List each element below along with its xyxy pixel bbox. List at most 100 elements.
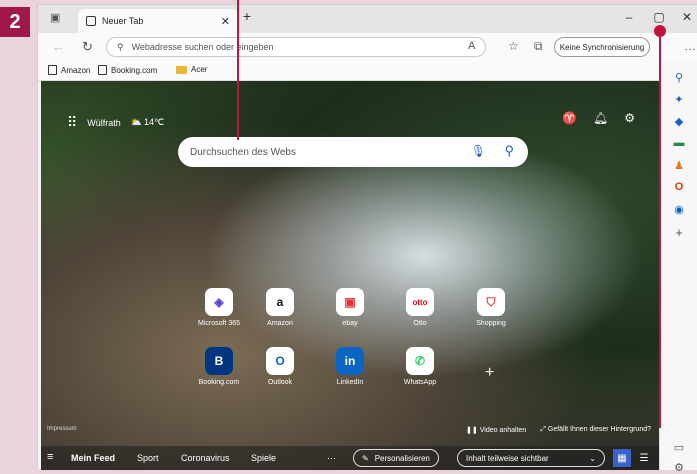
feed-tab-coronavirus[interactable]: Coronavirus xyxy=(181,453,230,463)
quicklink-booking[interactable]: B Booking.com xyxy=(189,347,249,386)
favorites-bar: Amazon Booking.com Acer xyxy=(38,61,697,81)
titlebar: ▣ Neuer Tab ✕ + – ▢ ✕ xyxy=(38,5,697,33)
chevron-down-icon: ⌄ xyxy=(589,453,596,463)
search-icon[interactable]: ⚲ xyxy=(504,143,514,159)
feed-tab-sport[interactable]: Sport xyxy=(137,453,159,463)
page-icon xyxy=(98,65,107,75)
add-quicklink-button[interactable]: + xyxy=(485,364,494,382)
whatsapp-icon: ✆ xyxy=(406,347,434,375)
amazon-icon: a xyxy=(266,288,294,316)
shopping-tag-icon[interactable]: ◆ xyxy=(672,115,686,128)
search-icon[interactable]: ⚲ xyxy=(672,71,686,84)
back-icon[interactable]: ← xyxy=(52,39,65,54)
new-tab-button[interactable]: + xyxy=(238,8,256,24)
sync-button[interactable]: Keine Synchronisierung xyxy=(554,37,650,57)
pencil-icon: ✎ xyxy=(362,453,369,463)
video-toggle-label: Video anhalten xyxy=(479,427,527,434)
grid-view-icon[interactable]: ▦ xyxy=(613,449,631,467)
annotation-line-maximize xyxy=(659,32,661,428)
read-aloud-icon[interactable]: A xyxy=(468,40,475,52)
tile-label: Amazon xyxy=(267,320,293,327)
personalize-label: Personalisieren xyxy=(374,453,430,463)
games-icon[interactable]: ♟ xyxy=(672,159,686,172)
outlook-icon: O xyxy=(266,347,294,375)
favorite-label: Booking.com xyxy=(111,65,158,75)
favorite-acer-folder[interactable]: Acer xyxy=(176,65,207,74)
more-menu-icon[interactable]: … xyxy=(684,39,696,53)
close-tab-icon[interactable]: ✕ xyxy=(221,15,230,28)
favorites-star-icon[interactable]: ☆ xyxy=(508,39,519,53)
add-sidebar-app-icon[interactable]: + xyxy=(672,225,686,240)
tile-label: LinkedIn xyxy=(336,379,364,386)
maximize-button[interactable]: ▢ xyxy=(650,10,668,24)
tile-label: ebay xyxy=(342,320,358,327)
sidebar-layout-icon[interactable]: ▭ xyxy=(672,441,686,454)
list-view-icon[interactable]: ☰ xyxy=(635,449,653,467)
discover-icon[interactable]: ✦ xyxy=(672,93,686,106)
minimize-button[interactable]: – xyxy=(620,10,638,24)
microsoft365-icon: ◈ xyxy=(205,288,233,316)
notification-bell-icon[interactable]: 🔔︎ xyxy=(593,111,608,125)
quicklink-amazon[interactable]: a Amazon xyxy=(250,288,310,327)
quicklink-linkedin[interactable]: in LinkedIn xyxy=(320,347,380,386)
sidebar-settings-gear-icon[interactable]: ⚙ xyxy=(672,461,686,474)
favorite-amazon[interactable]: Amazon xyxy=(48,65,90,75)
location-label: Wülfrath xyxy=(87,117,121,128)
rewards-icon[interactable]: ♈ xyxy=(562,111,577,125)
app-launcher-icon[interactable]: ⠿ xyxy=(67,114,77,131)
quicklink-whatsapp[interactable]: ✆ WhatsApp xyxy=(390,347,450,386)
web-search-box[interactable]: Durchsuchen des Webs 🎙︎ ⚲ xyxy=(178,137,528,167)
favorite-booking[interactable]: Booking.com xyxy=(98,65,157,75)
feed-menu-icon[interactable]: ≡ xyxy=(47,451,53,463)
weather-widget[interactable]: ⠿ Wülfrath ⛅ 14℃ xyxy=(67,114,164,131)
favorite-label: Amazon xyxy=(61,65,91,75)
tab-actions-icon[interactable]: ▣ xyxy=(50,11,60,24)
tools-icon[interactable]: ▬ xyxy=(672,137,686,149)
tile-label: Shopping xyxy=(476,320,506,327)
browser-window: ▣ Neuer Tab ✕ + – ▢ ✕ ← ↻ ⚲ Webadresse s… xyxy=(37,4,697,474)
refresh-icon[interactable]: ↻ xyxy=(82,39,93,55)
quicklink-outlook[interactable]: O Outlook xyxy=(250,347,310,386)
temperature-label: 14℃ xyxy=(144,117,165,127)
quicklink-microsoft365[interactable]: ◈ Microsoft 365 xyxy=(189,288,249,327)
search-placeholder: Durchsuchen des Webs xyxy=(190,146,296,158)
tile-label: Booking.com xyxy=(198,379,240,386)
impressum-link[interactable]: Impressum xyxy=(47,426,77,432)
collections-icon[interactable]: ⧉ xyxy=(534,39,543,54)
ebay-icon: ▣ xyxy=(336,288,364,316)
settings-gear-icon[interactable]: ⚙ xyxy=(624,111,635,125)
quicklink-otto[interactable]: otto Otto xyxy=(390,288,450,327)
otto-icon: otto xyxy=(406,288,434,316)
background-feedback-label: Gefällt Ihnen dieser Hintergrund? xyxy=(547,426,651,433)
close-window-button[interactable]: ✕ xyxy=(678,10,696,24)
quicklink-ebay[interactable]: ▣ ebay xyxy=(320,288,380,327)
feed-more-icon[interactable]: ··· xyxy=(327,453,336,463)
content-visibility-select[interactable]: Inhalt teilweise sichtbar ⌄ xyxy=(457,449,605,467)
top-right-icons: ♈ 🔔︎ ⚙ xyxy=(562,111,635,125)
tile-label: WhatsApp xyxy=(403,379,437,386)
address-row: ← ↻ ⚲ Webadresse suchen oder eingeben A … xyxy=(38,33,697,61)
tile-label: Otto xyxy=(413,320,427,327)
linkedin-icon: in xyxy=(336,347,364,375)
video-toggle[interactable]: ❚❚ Video anhalten xyxy=(466,426,526,434)
microphone-icon[interactable]: 🎙︎ xyxy=(471,144,486,158)
background-feedback[interactable]: ⤢ Gefällt Ihnen dieser Hintergrund? xyxy=(540,426,651,434)
page-icon xyxy=(86,16,96,26)
tab-new-tab[interactable]: Neuer Tab ✕ xyxy=(78,9,238,33)
folder-icon xyxy=(176,65,187,74)
step-badge: 2 xyxy=(0,7,30,37)
outlook-icon[interactable]: ◉ xyxy=(672,203,686,216)
office-icon[interactable]: O xyxy=(672,181,686,193)
visibility-label: Inhalt teilweise sichtbar xyxy=(466,453,549,463)
annotation-line-search xyxy=(237,0,239,140)
weather-icon: ⛅ xyxy=(130,117,142,127)
feed-tab-spiele[interactable]: Spiele xyxy=(251,453,276,463)
address-bar[interactable]: ⚲ Webadresse suchen oder eingeben xyxy=(106,37,486,57)
feed-bar: ≡ Mein Feed Sport Coronavirus Spiele ···… xyxy=(41,446,659,470)
personalize-button[interactable]: ✎ Personalisieren xyxy=(353,449,439,467)
page-icon xyxy=(48,65,57,75)
feed-tab-mein-feed[interactable]: Mein Feed xyxy=(71,453,115,463)
quicklink-shopping[interactable]: ⛉ Shopping xyxy=(461,288,521,327)
search-icon: ⚲ xyxy=(117,41,124,52)
booking-icon: B xyxy=(205,347,233,375)
